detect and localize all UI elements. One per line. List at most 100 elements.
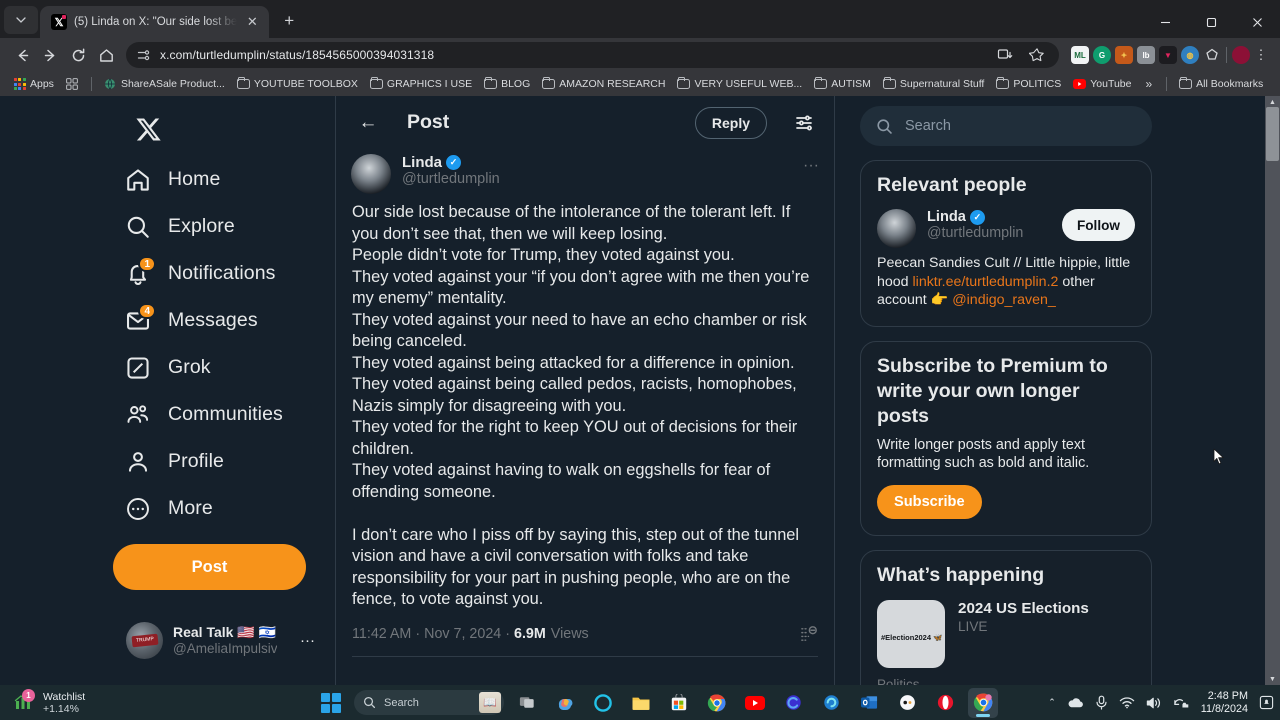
taskbar-app-edge[interactable] <box>588 688 618 718</box>
browser-tab[interactable]: 𝕏 (5) Linda on X: "Our side lost be ✕ <box>40 6 270 38</box>
scrollbar-thumb[interactable] <box>1266 107 1279 161</box>
follow-button[interactable]: Follow <box>1061 209 1135 241</box>
notification-bell-icon[interactable] <box>1259 695 1274 710</box>
bookmark-reading-list[interactable] <box>60 77 85 92</box>
ml-extension-icon[interactable]: ML <box>1071 46 1089 64</box>
globe-extension-icon[interactable]: ◍ <box>1181 46 1199 64</box>
trend-row[interactable]: #Election2024 🦋 2024 US Elections LIVE <box>877 599 1135 668</box>
bookmark-supernatural-stuff[interactable]: Supernatural Stuff <box>877 76 990 92</box>
scroll-down-icon[interactable]: ▼ <box>1265 673 1280 685</box>
bookmark-graphics-i-use[interactable]: GRAPHICS I USE <box>364 76 478 92</box>
install-app-icon[interactable] <box>991 41 1019 69</box>
author-handle[interactable]: @turtledumplin <box>402 171 500 187</box>
back-icon[interactable] <box>8 41 36 69</box>
lb-extension-icon[interactable]: lb <box>1137 46 1155 64</box>
taskbar-app-cortana-teal[interactable] <box>816 688 846 718</box>
taskbar-app-cortana-blue[interactable] <box>778 688 808 718</box>
bookmark-shareasale[interactable]: ShareASale Product... <box>98 76 231 92</box>
account-switcher[interactable]: TRUMP Real Talk 🇺🇸 🇮🇱 @AmeliaImpulsiv ··… <box>118 613 323 667</box>
start-button[interactable] <box>316 688 346 718</box>
tray-overflow-icon[interactable]: ⌃ <box>1048 697 1056 708</box>
taskbar-search[interactable]: Search 📖 <box>354 690 504 715</box>
post-button[interactable]: Post <box>113 544 306 590</box>
close-window-button[interactable] <box>1234 6 1280 38</box>
bookmark-youtube-toolbox[interactable]: YOUTUBE TOOLBOX <box>231 76 364 92</box>
all-bookmarks-button[interactable]: All Bookmarks <box>1173 76 1273 92</box>
taskbar-app-microsoft-store[interactable] <box>664 688 694 718</box>
chrome-menu-icon[interactable]: ⋮ <box>1250 41 1272 69</box>
taskbar-clock[interactable]: 2:48 PM 11/8/2024 <box>1201 690 1248 715</box>
sidebar-item-grok[interactable]: Grok <box>113 344 323 391</box>
wifi-icon[interactable] <box>1119 696 1135 709</box>
home-icon[interactable] <box>92 41 120 69</box>
search-input[interactable]: Search <box>860 106 1152 146</box>
person-handle[interactable]: @turtledumplin <box>927 225 1023 241</box>
bookmark-star-icon[interactable] <box>1023 41 1051 69</box>
bookmark-very-useful-web[interactable]: VERY USEFUL WEB... <box>671 76 808 92</box>
forward-icon[interactable] <box>36 41 64 69</box>
sliders-icon[interactable] <box>789 108 819 138</box>
bookmark-politics[interactable]: POLITICS <box>990 76 1067 92</box>
post-analytics-icon[interactable] <box>799 625 818 644</box>
taskbar-app-opera[interactable] <box>930 688 960 718</box>
volume-icon[interactable] <box>1146 696 1162 710</box>
x-sidebar: Home Explore 1 Notifications 4 Messages … <box>113 96 323 659</box>
taskbar-app-opera-gx[interactable] <box>892 688 922 718</box>
bio-mention[interactable]: @indigo_raven_ <box>952 292 1056 308</box>
puzzle-extension-icon[interactable]: ⬠ <box>1203 46 1221 64</box>
reply-button[interactable]: Reply <box>694 106 767 139</box>
back-icon[interactable]: ← <box>351 106 385 140</box>
search-icon <box>124 213 151 240</box>
sidebar-item-more[interactable]: More <box>113 485 323 532</box>
bookmark-apps[interactable]: Apps <box>7 76 60 92</box>
person-bio: Peecan Sandies Cult // Little hippie, li… <box>877 254 1135 310</box>
sidebar-item-profile[interactable]: Profile <box>113 438 323 485</box>
bookmarks-overflow-icon[interactable]: » <box>1137 77 1160 91</box>
post-author-row: Linda ✓ @turtledumplin ··· <box>336 149 834 194</box>
minimize-button[interactable] <box>1142 6 1188 38</box>
taskbar-app-chrome-active[interactable] <box>968 687 998 718</box>
taskbar-app-chrome[interactable] <box>702 688 732 718</box>
windows-update-icon[interactable] <box>1173 696 1190 710</box>
onedrive-cloud-icon[interactable] <box>1067 696 1084 709</box>
watchlist-widget[interactable]: 1 Watchlist +1.14% <box>0 688 300 715</box>
tab-search-button[interactable] <box>4 6 38 34</box>
sidebar-item-explore[interactable]: Explore <box>113 203 323 250</box>
watchlist-text: Watchlist +1.14% <box>43 691 85 715</box>
site-settings-icon[interactable] <box>134 46 152 64</box>
sidebar-item-home[interactable]: Home <box>113 156 323 203</box>
taskbar-app-youtube[interactable] <box>740 688 770 718</box>
grammarly-extension-icon[interactable]: G <box>1093 46 1111 64</box>
sidebar-item-communities[interactable]: Communities <box>113 391 323 438</box>
taskbar-app-task-view[interactable] <box>512 688 542 718</box>
maximize-button[interactable] <box>1188 6 1234 38</box>
person-name[interactable]: Linda <box>927 209 966 225</box>
page-scrollbar[interactable]: ▲ ▼ <box>1265 96 1280 685</box>
x-logo[interactable] <box>123 104 173 154</box>
orange-extension-icon[interactable]: ✦ <box>1115 46 1133 64</box>
pocket-extension-icon[interactable]: ▼ <box>1159 46 1177 64</box>
new-tab-button[interactable]: + <box>275 7 303 35</box>
bookmark-youtube[interactable]: YouTube <box>1067 76 1137 92</box>
taskbar-app-copilot[interactable] <box>550 688 580 718</box>
account-more-icon[interactable]: ··· <box>300 632 315 649</box>
address-bar[interactable]: x.com/turtledumplin/status/1854565000394… <box>126 42 1059 68</box>
author-name[interactable]: Linda <box>402 154 442 171</box>
avatar[interactable] <box>877 209 916 248</box>
sidebar-item-notifications[interactable]: 1 Notifications <box>113 250 323 297</box>
post-more-icon[interactable]: ··· <box>803 154 819 175</box>
bookmark-blog[interactable]: BLOG <box>478 76 536 92</box>
microphone-icon[interactable] <box>1095 695 1108 710</box>
folder-icon <box>542 77 556 90</box>
sidebar-item-messages[interactable]: 4 Messages <box>113 297 323 344</box>
avatar[interactable] <box>351 154 391 194</box>
avatar[interactable] <box>1232 46 1250 64</box>
bookmark-autism[interactable]: AUTISM <box>808 76 877 92</box>
taskbar-app-outlook[interactable] <box>854 688 884 718</box>
bio-link[interactable]: linktr.ee/turtledumplin.2 <box>913 274 1059 290</box>
bookmark-amazon-research[interactable]: AMAZON RESEARCH <box>536 76 671 92</box>
close-icon[interactable]: ✕ <box>244 14 260 30</box>
subscribe-button[interactable]: Subscribe <box>877 484 982 519</box>
taskbar-app-file-explorer[interactable] <box>626 688 656 718</box>
reload-icon[interactable] <box>64 41 92 69</box>
